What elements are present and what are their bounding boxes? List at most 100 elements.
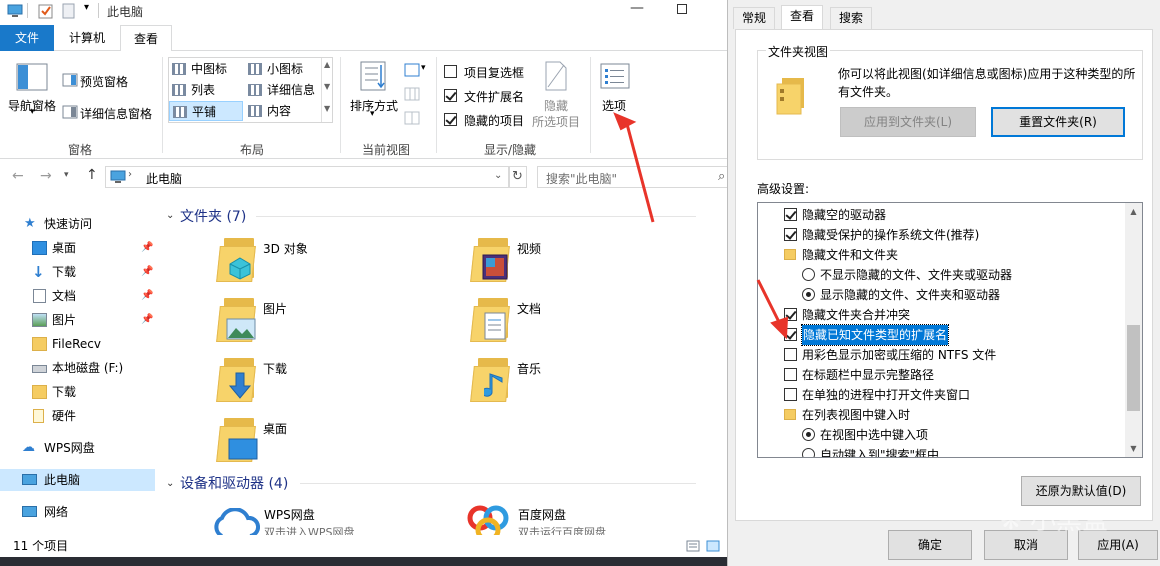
recent-locations-chevron-icon[interactable]: ▾ xyxy=(64,170,69,180)
folder-3d-objects[interactable]: 3D 对象 xyxy=(216,236,438,288)
nav-item-pictures[interactable]: 图片 📌 xyxy=(0,309,155,331)
sort-by-button[interactable]: 排序方式 ▾ xyxy=(348,59,398,129)
group-by-button[interactable]: ▾ xyxy=(404,63,428,79)
advanced-setting-row[interactable]: 隐藏受保护的操作系统文件(推荐) xyxy=(758,225,1128,245)
setting-checkbox[interactable] xyxy=(784,208,797,221)
tab-view-options[interactable]: 查看 xyxy=(781,5,824,30)
tab-general[interactable]: 常规 xyxy=(733,7,776,29)
options-button[interactable]: 选项 xyxy=(596,59,636,129)
folder-documents[interactable]: 文档 xyxy=(470,296,692,348)
navigation-pane-button[interactable]: 导航窗格 ▾ xyxy=(8,59,58,119)
back-icon[interactable]: ← xyxy=(12,168,24,184)
details-pane-button[interactable]: 详细信息窗格 xyxy=(62,103,162,123)
pin-icon[interactable]: 📌 xyxy=(141,261,153,283)
collapse-chevron-icon[interactable]: ⌄ xyxy=(166,210,174,221)
layout-gallery-scroll[interactable]: ▲ ▼ ▼ xyxy=(321,58,333,122)
advanced-setting-row[interactable]: 隐藏文件夹合并冲突 xyxy=(758,305,1128,325)
setting-checkbox[interactable] xyxy=(784,228,797,241)
hidden-items-checkbox[interactable] xyxy=(444,113,457,126)
layout-tiles[interactable]: 平铺 xyxy=(169,101,243,121)
pin-icon[interactable]: 📌 xyxy=(141,309,153,331)
apply-to-folders-button[interactable]: 应用到文件夹(L) xyxy=(840,107,976,137)
breadcrumb-chevron-icon[interactable]: › xyxy=(128,169,132,180)
setting-radio[interactable] xyxy=(802,288,815,301)
setting-radio[interactable] xyxy=(802,268,815,281)
tab-file[interactable]: 文件 xyxy=(0,25,54,51)
forward-icon[interactable]: → xyxy=(40,168,52,184)
computer-icon xyxy=(7,4,23,17)
nav-item-downloads[interactable]: ↓ 下载 📌 xyxy=(0,261,155,283)
address-dropdown-icon[interactable]: ⌄ xyxy=(494,170,502,181)
nav-quick-access[interactable]: ★ 快速访问 xyxy=(0,213,155,235)
advanced-setting-row[interactable]: 自动键入到"搜索"框中 xyxy=(758,445,1128,457)
up-icon[interactable]: ↑ xyxy=(86,167,98,183)
hidden-items-toggle[interactable]: 隐藏的项目 xyxy=(444,112,544,130)
details-view-icon[interactable] xyxy=(686,540,700,552)
nav-wps-cloud[interactable]: ☁ WPS网盘 xyxy=(0,437,155,459)
maximize-icon[interactable] xyxy=(677,4,687,14)
pin-icon[interactable]: 📌 xyxy=(141,237,153,259)
tab-view[interactable]: 查看 xyxy=(120,25,172,52)
advanced-setting-row[interactable]: 不显示隐藏的文件、文件夹或驱动器 xyxy=(758,265,1128,285)
nav-item-filerecv[interactable]: FileRecv xyxy=(0,333,155,355)
layout-small-icons[interactable]: 小图标 xyxy=(245,59,319,79)
nav-network[interactable]: 网络 xyxy=(0,501,155,523)
nav-item-desktop[interactable]: 桌面 📌 xyxy=(0,237,155,259)
devices-section-header[interactable]: 设备和驱动器 (4) xyxy=(180,473,288,493)
layout-content[interactable]: 内容 xyxy=(245,101,319,121)
tab-computer[interactable]: 计算机 xyxy=(56,25,118,51)
advanced-setting-row[interactable]: 在标题栏中显示完整路径 xyxy=(758,365,1128,385)
address-bar[interactable]: › 此电脑 ⌄ xyxy=(105,166,510,188)
folder-music[interactable]: 音乐 xyxy=(470,356,692,408)
item-checkboxes-checkbox[interactable] xyxy=(444,65,457,78)
reset-folders-button[interactable]: 重置文件夹(R) xyxy=(991,107,1125,137)
quick-access-dropdown-icon[interactable]: ▾ xyxy=(84,2,89,13)
nav-item-hardware[interactable]: 硬件 xyxy=(0,405,155,427)
new-folder-icon[interactable] xyxy=(62,3,76,19)
layout-medium-icons[interactable]: 中图标 xyxy=(169,59,243,79)
advanced-setting-row[interactable]: 用彩色显示加密或压缩的 NTFS 文件 xyxy=(758,345,1128,365)
nav-item-documents[interactable]: 文档 📌 xyxy=(0,285,155,307)
preview-pane-button[interactable]: 预览窗格 xyxy=(62,71,162,91)
setting-checkbox[interactable] xyxy=(784,368,797,381)
search-icon[interactable]: ⌕ xyxy=(718,169,725,184)
item-checkboxes-toggle[interactable]: 项目复选框 xyxy=(444,64,544,82)
ok-button[interactable]: 确定 xyxy=(888,530,972,560)
advanced-setting-row[interactable]: 在单独的进程中打开文件夹窗口 xyxy=(758,385,1128,405)
file-extensions-checkbox[interactable] xyxy=(444,89,457,102)
layout-list[interactable]: 列表 xyxy=(169,80,243,100)
advanced-setting-row[interactable]: 隐藏文件和文件夹 xyxy=(758,245,1128,265)
folder-desktop[interactable]: 桌面 xyxy=(216,416,438,468)
advanced-setting-row[interactable]: 显示隐藏的文件、文件夹和驱动器 xyxy=(758,285,1128,305)
pin-icon[interactable]: 📌 xyxy=(141,285,153,307)
search-input[interactable]: 搜索"此电脑" ⌕ xyxy=(537,166,727,188)
file-extensions-toggle[interactable]: 文件扩展名 xyxy=(444,88,544,106)
advanced-setting-row[interactable]: 隐藏已知文件类型的扩展名 xyxy=(758,324,1128,346)
folder-downloads[interactable]: 下载 xyxy=(216,356,438,408)
nav-this-pc[interactable]: 此电脑 xyxy=(0,469,155,491)
setting-label: 隐藏文件和文件夹 xyxy=(802,248,899,262)
layout-details[interactable]: 详细信息 xyxy=(245,80,319,100)
setting-checkbox[interactable] xyxy=(784,348,797,361)
scrollbar-thumb[interactable] xyxy=(1127,325,1140,411)
setting-checkbox[interactable] xyxy=(784,388,797,401)
advanced-setting-row[interactable]: 隐藏空的驱动器 xyxy=(758,205,1128,225)
advanced-setting-row[interactable]: 在视图中选中键入项 xyxy=(758,425,1128,445)
advanced-setting-row[interactable]: 在列表视图中键入时 xyxy=(758,405,1128,425)
large-icons-view-icon[interactable] xyxy=(706,540,720,552)
refresh-icon[interactable]: ↻ xyxy=(508,166,527,188)
nav-item-downloads-2[interactable]: 下载 xyxy=(0,381,155,403)
setting-checkbox[interactable] xyxy=(784,308,797,321)
setting-radio[interactable] xyxy=(802,448,815,457)
collapse-chevron-icon[interactable]: ⌄ xyxy=(166,478,174,489)
folder-videos[interactable]: 视频 xyxy=(470,236,692,288)
folders-section-header[interactable]: 文件夹 (7) xyxy=(180,206,246,226)
setting-radio[interactable] xyxy=(802,428,815,441)
setting-checkbox[interactable] xyxy=(784,328,797,341)
folder-pictures[interactable]: 图片 xyxy=(216,296,438,348)
minimize-icon[interactable]: — xyxy=(630,0,644,16)
hidden-items-label: 隐藏的项目 xyxy=(464,114,525,128)
tab-search[interactable]: 搜索 xyxy=(830,7,873,29)
nav-item-local-disk-f[interactable]: 本地磁盘 (F:) xyxy=(0,357,155,379)
properties-check-icon[interactable] xyxy=(38,3,54,19)
